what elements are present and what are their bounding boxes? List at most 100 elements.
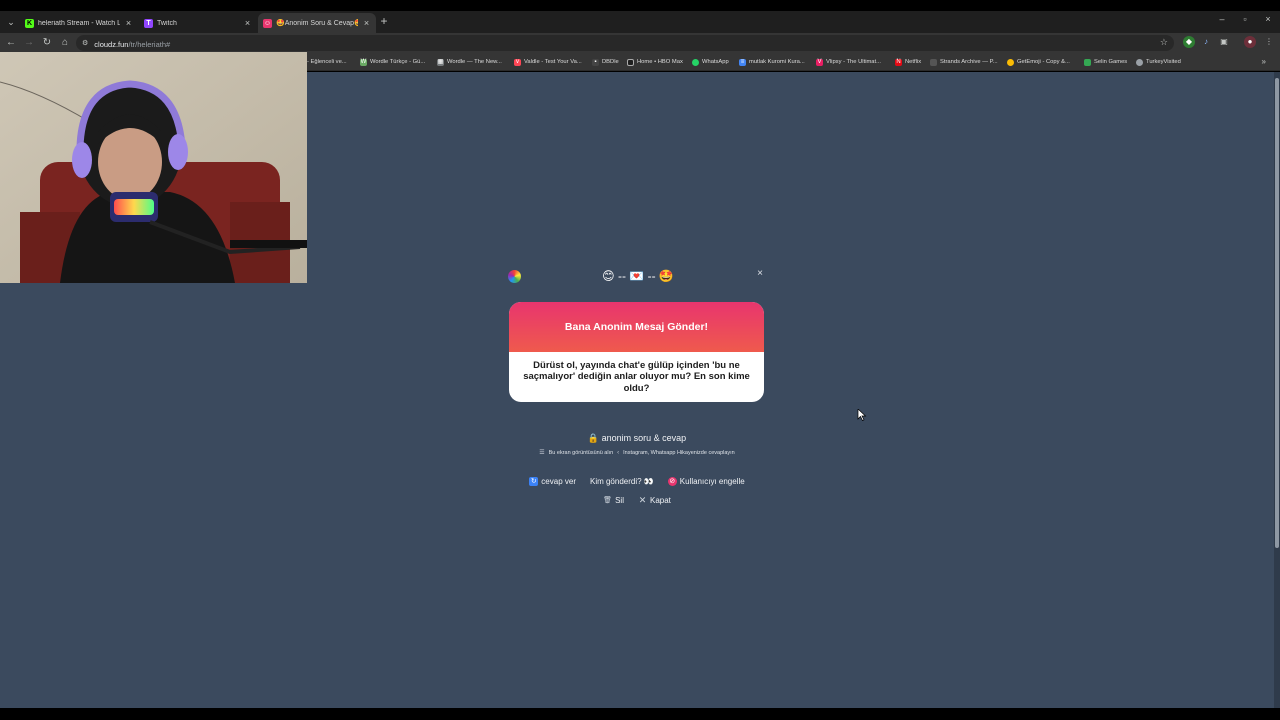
bookmark-item[interactable]: ▦ Wordle — The New... (437, 56, 502, 68)
question-card: Bana Anonim Mesaj Gönder! Dürüst ol, yay… (509, 302, 764, 402)
menu-kebab-icon[interactable]: ⋮ (1263, 36, 1275, 48)
bookmark-item[interactable]: - Eğlenceli ve... (307, 56, 347, 68)
bookmark-label: TurkeyVisited (1146, 59, 1181, 65)
tab-title: Twitch (157, 19, 177, 27)
close-action-label: Kapat (649, 495, 671, 505)
top-letterbox (0, 0, 1280, 11)
reply-button[interactable]: ↻ cevap ver (529, 474, 576, 488)
bookmark-item[interactable]: N Netflix (895, 56, 921, 68)
window-close-icon[interactable]: × (1261, 14, 1275, 24)
site-info-icon[interactable]: ⚙ (82, 39, 88, 47)
bookmark-label: Selin Games (1094, 59, 1128, 65)
scrollbar[interactable] (1274, 72, 1280, 708)
reload-icon[interactable]: ↻ (40, 36, 54, 50)
bookmark-label: Netflix (905, 59, 922, 65)
wordle-icon: W (360, 58, 367, 66)
tab-title: 🤩Anonim Soru & Cevap🤩 - c (276, 20, 358, 27)
bookmark-star-icon[interactable]: ☆ (1160, 37, 1168, 48)
vlipsy-icon: V (816, 58, 823, 66)
close-icon[interactable]: × (124, 18, 133, 28)
dbdle-icon: ▪ (592, 58, 599, 66)
close-action-button[interactable]: ✕ Kapat (638, 493, 671, 507)
block-icon: ⊘ (667, 476, 677, 486)
whatsapp-icon (692, 58, 699, 66)
pointer-icon: ‹ (617, 449, 620, 456)
tab-anonim-soru[interactable]: ☺ 🤩Anonim Soru & Cevap🤩 - c × (258, 13, 376, 33)
kick-favicon-icon: K (25, 18, 34, 28)
bookmark-item[interactable]: W Wordle Türkçe - Gü... (360, 56, 425, 68)
bookmark-item[interactable]: GetEmoji - Copy &... (1007, 56, 1070, 68)
close-icon[interactable]: × (243, 18, 252, 28)
color-palette-icon[interactable] (508, 270, 521, 283)
back-icon[interactable]: ← (4, 36, 18, 50)
bookmark-label: Vlipsy - The Ultimat... (826, 59, 881, 65)
bookmark-label: Strands Archive — P... (940, 59, 998, 65)
restore-icon[interactable]: ▫ (1238, 14, 1252, 24)
emoji-header: 😊 -- 💌 -- 🤩 (602, 269, 674, 283)
bookmark-label: Valdle - Test Your Va... (524, 59, 582, 65)
bottom-letterbox (0, 708, 1280, 720)
scrollbar-thumb[interactable] (1275, 78, 1279, 548)
reply-label: cevap ver (541, 476, 576, 486)
bookmark-label: Home • HBO Max (637, 59, 683, 65)
x-icon: ✕ (638, 494, 647, 505)
bookmark-label: DBDle (602, 59, 619, 65)
extensions-puzzle-icon[interactable]: ▣ (1218, 36, 1230, 48)
tab-twitch[interactable]: T Twitch × (139, 13, 257, 33)
bookmark-item[interactable]: Home • HBO Max (627, 56, 683, 68)
bookmark-item[interactable]: v Valdle - Test Your Va... (514, 56, 582, 68)
bookmark-item[interactable]: V Vlipsy - The Ultimat... (816, 56, 881, 68)
close-icon[interactable]: × (362, 18, 371, 28)
new-tab-button[interactable]: + (377, 14, 391, 28)
url-host: cloudz.fun (94, 40, 129, 49)
browser-tab-bar: ⌄ K heleriath Stream - Watch Live o × T … (0, 11, 1280, 33)
bookmark-item[interactable]: WhatsApp (692, 56, 729, 68)
brand-label: 🔒 anonim soru & cevap (587, 433, 687, 443)
bookmark-item[interactable]: TurkeyVisited (1136, 56, 1181, 68)
twitch-favicon-icon: T (144, 18, 153, 28)
tab-title: heleriath Stream - Watch Live o (38, 19, 120, 27)
browser-toolbar: ← → ↻ ⌂ ⚙ cloudz.fun/tr/heleriath# ☆ ◆ ♪… (0, 33, 1280, 53)
address-bar[interactable]: ⚙ cloudz.fun/tr/heleriath# ☆ (76, 35, 1174, 51)
question-text: Dürüst ol, yayında chat'e gülüp içinden … (523, 359, 750, 394)
anonim-favicon-icon: ☺ (263, 18, 272, 28)
bookmark-label: GetEmoji - Copy &... (1017, 59, 1070, 65)
chevron-more-icon[interactable]: » (1262, 57, 1266, 66)
hbo-icon (627, 58, 634, 66)
action-row-primary: ↻ cevap ver Kim gönderdi? 👀 ⊘ Kullanıcıy… (508, 474, 766, 488)
tab-kick[interactable]: K heleriath Stream - Watch Live o × (20, 13, 138, 33)
extension-icon[interactable]: ◆ (1183, 36, 1195, 48)
bookmark-item[interactable]: Selin Games (1084, 56, 1127, 68)
tab-search-icon[interactable]: ⌄ (4, 14, 18, 30)
forward-icon[interactable]: → (22, 36, 36, 50)
doc-icon: ≡ (739, 58, 746, 66)
reply-icon: ↻ (529, 476, 539, 486)
audio-icon[interactable]: ♪ (1200, 36, 1212, 48)
action-row-secondary: 🗑 Sil ✕ Kapat (508, 493, 766, 507)
bookmark-label: - Eğlenceli ve... (307, 59, 347, 65)
menu-lines-icon: ☰ (539, 450, 545, 456)
home-icon[interactable]: ⌂ (58, 36, 72, 50)
profile-avatar[interactable]: ● (1244, 36, 1256, 48)
bookmark-label: Wordle Türkçe - Gü... (370, 59, 426, 65)
webcam-overlay (0, 52, 307, 283)
card-body: Dürüst ol, yayında chat'e gülüp içinden … (509, 352, 764, 402)
block-user-label: Kullanıcıyı engelle (679, 476, 745, 486)
bookmark-item[interactable]: ≡ mutlak Kuromi Kura... (739, 56, 805, 68)
who-sent-button[interactable]: Kim gönderdi? 👀 (590, 474, 654, 488)
delete-button[interactable]: 🗑 Sil (603, 493, 624, 507)
strands-icon (930, 58, 937, 66)
modal-close-button[interactable]: × (754, 268, 766, 280)
trash-icon: 🗑 (603, 496, 613, 504)
globe-icon (1136, 58, 1143, 66)
netflix-icon: N (895, 58, 902, 66)
block-user-button[interactable]: ⊘ Kullanıcıyı engelle (667, 474, 745, 488)
hint-tail-text: Instagram, Whatsapp Hikayenizde cevaplay… (623, 449, 735, 456)
delete-label: Sil (615, 495, 624, 505)
minimize-icon[interactable]: – (1215, 14, 1229, 24)
bookmark-label: Wordle — The New... (447, 59, 502, 65)
webcam-scene (0, 52, 307, 283)
bookmark-label: mutlak Kuromi Kura... (749, 59, 805, 65)
bookmark-item[interactable]: ▪ DBDle (592, 56, 619, 68)
bookmark-item[interactable]: Strands Archive — P... (930, 56, 998, 68)
